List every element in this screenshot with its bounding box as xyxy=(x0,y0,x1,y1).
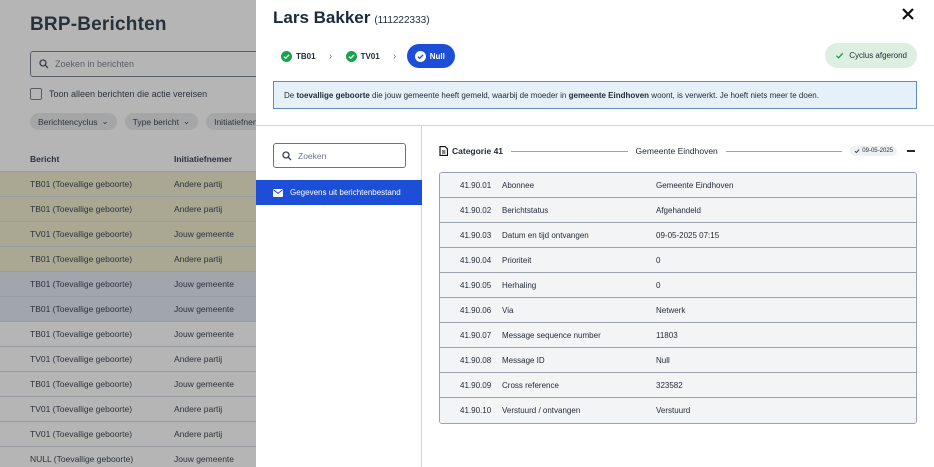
message-cycle-steps: TB01 › TV01 › Null xyxy=(278,44,455,68)
info-text-part: woont, is verwerkt. Je hoeft niets meer … xyxy=(649,90,819,100)
category-title-text: Categorie 41 xyxy=(452,146,504,156)
category-fields-table: 41.90.01 Abonnee Gemeente Eindhoven 41.90.… xyxy=(439,172,917,424)
info-text-part: die jouw gemeente heeft gemeld, waarbij … xyxy=(369,90,569,100)
field-code: 41.90.08 xyxy=(460,355,492,365)
sidebar-item-gegevens-berichtenbestand[interactable]: Gegevens uit berichtenbestand xyxy=(256,180,422,205)
detail-sidebar: Zoeken Gegevens uit berichtenbestand xyxy=(256,126,422,467)
table-row: 41.90.08 Message ID Null xyxy=(440,348,916,373)
field-label: Datum en tijd ontvangen xyxy=(502,230,589,240)
table-row: 41.90.09 Cross reference 323582 xyxy=(440,373,916,398)
cycle-status-badge: Cyclus afgerond xyxy=(825,43,917,68)
chevron-right-icon: › xyxy=(328,50,333,62)
table-row: 41.90.06 Via Netwerk xyxy=(440,298,916,323)
field-label: Message ID xyxy=(502,355,545,365)
category-date: 09-05-2025 xyxy=(862,148,893,154)
table-row: 41.90.02 Berichtstatus Afgehandeld xyxy=(440,198,916,223)
check-circle-icon xyxy=(414,50,426,62)
info-banner: De toevallige geboorte die jouw gemeente… xyxy=(273,81,917,109)
field-code: 41.90.02 xyxy=(460,205,492,215)
field-code: 41.90.06 xyxy=(460,305,492,315)
field-label: Berichtstatus xyxy=(502,205,549,215)
close-icon[interactable] xyxy=(900,6,916,22)
table-row: 41.90.01 Abonnee Gemeente Eindhoven xyxy=(440,173,916,198)
search-icon xyxy=(282,150,292,160)
field-code: 41.90.10 xyxy=(460,406,492,415)
info-text-part: De xyxy=(284,90,297,100)
field-label: Via xyxy=(502,305,514,315)
check-icon xyxy=(836,52,844,59)
check-circle-icon xyxy=(345,50,357,62)
divider xyxy=(725,150,843,152)
field-code: 41.90.03 xyxy=(460,230,492,240)
message-detail-drawer: Lars Bakker (111222333) TB01 › TV01 › Nul… xyxy=(256,0,934,467)
field-value: Gemeente Eindhoven xyxy=(656,180,734,190)
field-code: 41.90.07 xyxy=(460,330,492,340)
table-row: 41.90.05 Herhaling 0 xyxy=(440,273,916,298)
check-circle-icon xyxy=(281,50,292,62)
field-value: Null xyxy=(656,355,670,365)
field-code: 41.90.05 xyxy=(460,280,492,290)
field-label: Cross reference xyxy=(502,380,559,390)
mail-icon xyxy=(273,188,283,197)
step-label: TV01 xyxy=(360,51,380,61)
step-null[interactable]: Null xyxy=(406,44,455,68)
info-text-bold: gemeente Eindhoven xyxy=(568,90,650,100)
step-label: TB01 xyxy=(296,51,316,61)
step-tb01[interactable]: TB01 xyxy=(278,44,319,68)
field-label: Message sequence number xyxy=(502,330,601,340)
table-row: 41.90.10 Verstuurd / ontvangen Verstuurd xyxy=(440,398,916,423)
field-value: 0 xyxy=(656,255,661,265)
table-row: 41.90.03 Datum en tijd ontvangen 09-05-202… xyxy=(440,223,916,248)
step-label: Null xyxy=(429,51,445,61)
field-value: Afgehandeld xyxy=(656,205,701,215)
info-text: De toevallige geboorte die jouw gemeente… xyxy=(284,91,819,100)
table-row: 41.90.07 Message sequence number 11803 xyxy=(440,323,916,348)
sidebar-item-label: Gegevens uit berichtenbestand xyxy=(290,188,401,197)
person-name: Lars Bakker xyxy=(273,8,371,27)
divider xyxy=(511,150,628,152)
field-value: 09-05-2025 07:15 xyxy=(656,230,720,240)
category-title: Categorie 41 xyxy=(439,146,503,156)
field-value: 323582 xyxy=(656,380,683,390)
field-code: 41.90.01 xyxy=(460,180,492,190)
field-code: 41.90.04 xyxy=(460,255,492,265)
search-placeholder: Zoeken xyxy=(298,150,327,161)
cycle-status-label: Cyclus afgerond xyxy=(849,51,907,60)
field-label: Herhaling xyxy=(502,280,537,290)
table-row: 41.90.04 Prioriteit 0 xyxy=(440,248,916,273)
collapse-icon[interactable] xyxy=(907,150,915,152)
category-header: Categorie 41 Gemeente Eindhoven 09-05-20… xyxy=(439,143,917,159)
document-icon xyxy=(439,146,448,156)
person-heading: Lars Bakker (111222333) xyxy=(273,8,430,28)
field-value: 11803 xyxy=(656,330,678,340)
category-date-badge: 09-05-2025 xyxy=(850,146,897,156)
field-value: 0 xyxy=(656,280,661,290)
field-value: Netwerk xyxy=(656,305,686,315)
check-icon xyxy=(854,149,860,154)
field-value: Verstuurd xyxy=(656,406,691,415)
step-tv01[interactable]: TV01 xyxy=(343,44,383,68)
person-bsn: (111222333) xyxy=(374,15,430,26)
field-label: Abonnee xyxy=(502,180,535,190)
field-label: Prioriteit xyxy=(502,255,532,265)
field-code: 41.90.09 xyxy=(460,380,492,390)
chevron-right-icon: › xyxy=(393,50,397,62)
info-text-bold: toevallige geboorte xyxy=(296,90,370,100)
category-gemeente: Gemeente Eindhoven xyxy=(635,146,718,156)
detail-search-input[interactable]: Zoeken xyxy=(273,143,406,168)
field-label: Verstuurd / ontvangen xyxy=(502,406,581,415)
